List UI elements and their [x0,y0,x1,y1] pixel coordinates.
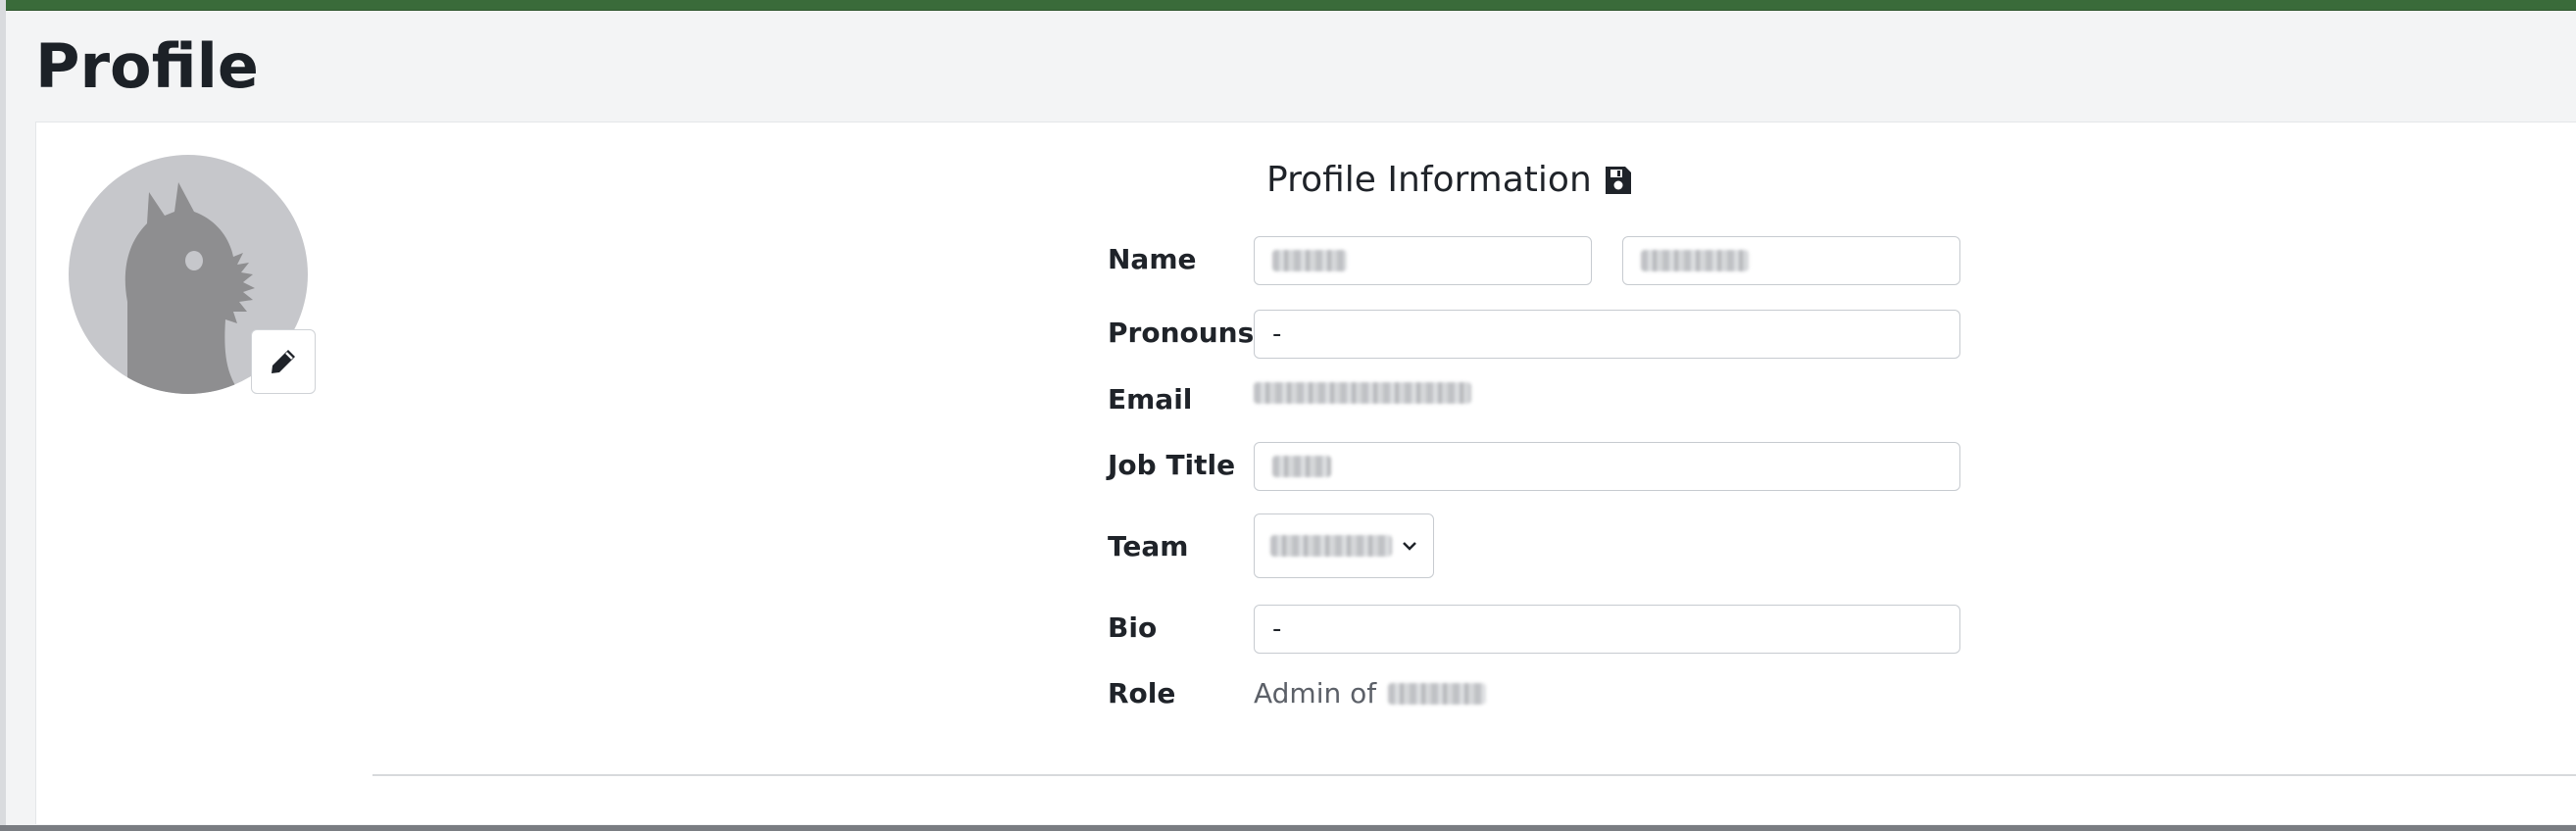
first-name-value [1272,250,1347,271]
pronouns-value: - [1272,319,1282,349]
bio-input[interactable]: - [1254,605,1960,654]
role-value: Admin of [1254,676,1487,711]
job-title-value [1272,456,1331,477]
section-divider [372,774,2576,776]
edit-avatar-button[interactable] [251,329,316,394]
last-name-input[interactable] [1622,236,1960,285]
email-value [1254,382,1471,404]
last-name-value [1641,250,1749,271]
first-name-input[interactable] [1254,236,1592,285]
bio-value: - [1272,614,1282,644]
pronouns-input[interactable]: - [1254,310,1960,359]
job-title-label: Job Title [1108,449,1236,481]
bottom-border [0,825,2576,831]
role-organization [1388,683,1487,705]
name-label: Name [1108,243,1197,275]
email-value-container [1254,382,1471,404]
pencil-icon [272,350,295,373]
team-value [1270,535,1392,557]
role-label: Role [1108,677,1176,709]
email-label: Email [1108,383,1193,416]
page-title: Profile [35,30,259,102]
pronouns-label: Pronouns [1108,317,1255,349]
team-label: Team [1108,530,1189,562]
top-accent-bar [0,0,2576,11]
left-border [0,0,6,831]
chevron-down-icon [1403,542,1416,551]
section-title-text: Profile Information [1266,160,1592,200]
save-icon[interactable] [1604,165,1633,196]
profile-information-heading: Profile Information [1266,157,1633,204]
job-title-input[interactable] [1254,442,1960,491]
team-select[interactable] [1254,513,1434,578]
role-prefix: Admin of [1254,677,1377,709]
bio-label: Bio [1108,611,1158,644]
